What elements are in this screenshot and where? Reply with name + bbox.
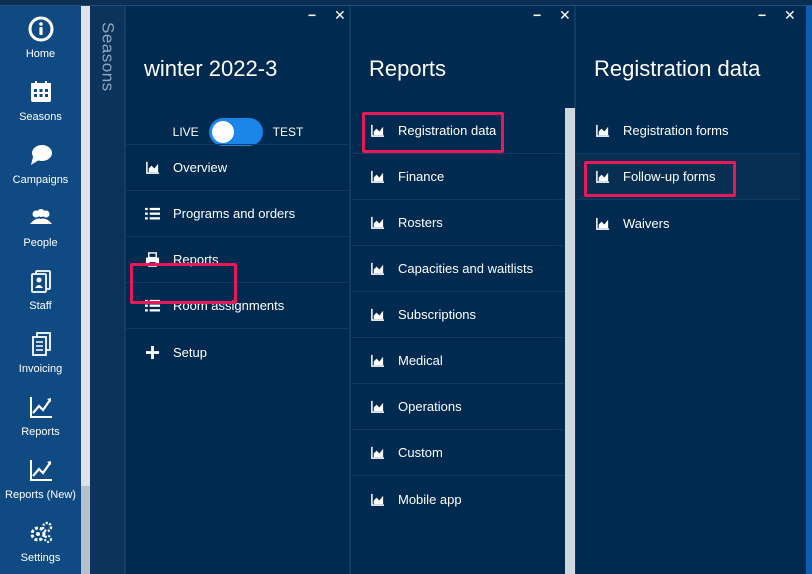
menu-item-registration-data[interactable]: Registration data: [351, 108, 565, 154]
seasons-strip-label-wrap: Seasons: [90, 22, 125, 102]
nav-item-campaigns[interactable]: Campaigns: [0, 132, 81, 195]
nav-label: Campaigns: [12, 173, 69, 186]
plus-icon: [144, 344, 160, 360]
panel-title: Reports: [369, 56, 447, 81]
close-button[interactable]: ✕: [334, 8, 346, 22]
chat-icon: [30, 144, 52, 165]
people-icon: [29, 208, 52, 224]
panel-title: winter 2022-3: [144, 56, 278, 81]
menu-item-subscriptions[interactable]: Subscriptions: [351, 292, 565, 338]
chart-icon: [369, 491, 385, 507]
reports-menu: Registration data Finance Rosters Capaci…: [351, 108, 565, 522]
chart-icon: [369, 307, 385, 323]
chart-icon: [369, 169, 385, 185]
chart-icon: [369, 261, 385, 277]
chart-icon: [144, 160, 160, 176]
menu-item-capacities-and-waitlists[interactable]: Capacities and waitlists: [351, 246, 565, 292]
menu-item-operations[interactable]: Operations: [351, 384, 565, 430]
invoice-icon: [31, 331, 51, 356]
nav-label: Invoicing: [18, 362, 63, 375]
list-icon: [144, 298, 160, 314]
menu-item-overview[interactable]: Overview: [126, 145, 349, 191]
live-test-toggle[interactable]: [208, 118, 263, 146]
menu-item-waivers[interactable]: Waivers: [576, 200, 800, 246]
nav-item-settings[interactable]: Settings: [0, 510, 81, 573]
nav-label: Settings: [20, 551, 61, 564]
nav-item-staff[interactable]: Staff: [0, 258, 81, 321]
nav-item-reports-new[interactable]: Reports (New): [0, 447, 81, 510]
menu-item-follow-up-forms[interactable]: Follow-up forms: [576, 154, 800, 200]
toggle-test-label: TEST: [272, 125, 304, 139]
nav-label: Staff: [29, 299, 52, 312]
menu-item-room-assignments[interactable]: Room assignments: [126, 283, 349, 329]
nav-label: Home: [25, 47, 56, 60]
reports-panel-scrollbar[interactable]: [565, 108, 575, 574]
nav-item-people[interactable]: People: [0, 195, 81, 258]
info-icon: [28, 16, 53, 41]
chart-icon: [29, 396, 52, 418]
registration-data-menu: Registration forms Follow-up forms Waive…: [576, 108, 800, 246]
left-nav: Home Seasons Campaigns People Staff Invo…: [0, 6, 81, 574]
nav-label: Seasons: [19, 110, 62, 123]
toggle-knob: [211, 121, 234, 143]
window-edge: [806, 6, 812, 574]
menu-item-medical[interactable]: Medical: [351, 338, 565, 384]
gears-icon: [30, 521, 52, 543]
chart-icon: [369, 215, 385, 231]
chart-icon: [594, 215, 610, 231]
chart-icon: [369, 445, 385, 461]
menu-item-custom[interactable]: Custom: [351, 430, 565, 476]
close-button[interactable]: ✕: [784, 8, 796, 22]
menu-item-reports[interactable]: Reports: [126, 237, 349, 283]
nav-item-reports[interactable]: Reports: [0, 384, 81, 447]
nav-label: Reports: [21, 425, 60, 438]
toggle-live-label: LIVE: [172, 125, 199, 139]
menu-item-finance[interactable]: Finance: [351, 154, 565, 200]
calendar-icon: [30, 80, 51, 102]
nav-item-invoicing[interactable]: Invoicing: [0, 321, 81, 384]
seasons-strip-label: Seasons: [98, 22, 118, 92]
reports-panel: − ✕ Reports Registration data Finance Ro…: [351, 6, 575, 574]
season-panel: − ✕ winter 2022-3 LIVE TEST Overview Pro…: [126, 6, 350, 574]
menu-item-setup[interactable]: Setup: [126, 329, 349, 375]
chart-icon: [369, 123, 385, 139]
chart-icon: [594, 123, 610, 139]
nav-scrollbar-thumb[interactable]: [81, 6, 90, 486]
menu-item-mobile-app[interactable]: Mobile app: [351, 476, 565, 522]
panel-title: Registration data: [594, 56, 761, 81]
minimize-button[interactable]: −: [533, 8, 541, 22]
nav-item-seasons[interactable]: Seasons: [0, 69, 81, 132]
nav-item-home[interactable]: Home: [0, 6, 81, 69]
nav-label: Reports (New): [5, 488, 76, 501]
menu-item-registration-forms[interactable]: Registration forms: [576, 108, 800, 154]
season-menu: Overview Programs and orders Reports Roo…: [126, 144, 349, 375]
print-icon: [144, 252, 160, 268]
menu-item-rosters[interactable]: Rosters: [351, 200, 565, 246]
chart-icon: [594, 169, 610, 185]
nav-label: People: [23, 236, 58, 249]
registration-data-panel: − ✕ Registration data Registration forms…: [576, 6, 812, 574]
chart-icon: [369, 399, 385, 415]
minimize-button[interactable]: −: [758, 8, 766, 22]
chart-icon: [29, 459, 52, 481]
list-icon: [144, 206, 160, 222]
close-button[interactable]: ✕: [559, 8, 571, 22]
staff-icon: [30, 269, 51, 293]
menu-item-programs-and-orders[interactable]: Programs and orders: [126, 191, 349, 237]
minimize-button[interactable]: −: [308, 8, 316, 22]
chart-icon: [369, 353, 385, 369]
